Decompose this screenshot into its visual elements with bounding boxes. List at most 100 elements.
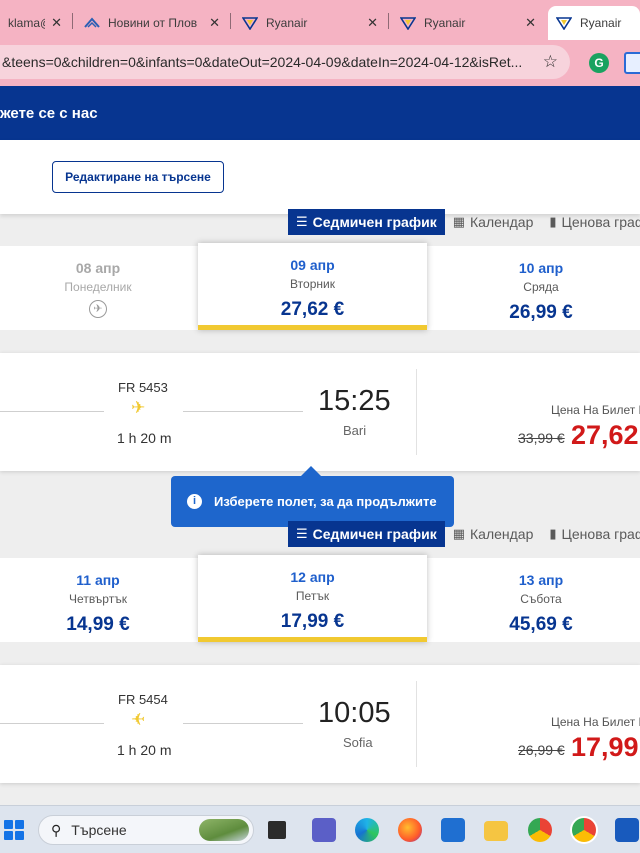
chrome-icon[interactable] [528, 818, 552, 842]
flight-card-inbound[interactable]: FR 5454 ✈ 1 h 20 m 10:05 Sofia Цена На Б… [0, 665, 640, 783]
tab-separator [72, 13, 73, 29]
arrival-city: Sofia [343, 735, 373, 750]
info-icon: i [187, 494, 202, 509]
bar-chart-icon: ▮ [549, 526, 557, 541]
day-label: Събота [520, 592, 562, 606]
old-price: 26,99 € [518, 742, 565, 758]
close-icon[interactable]: ✕ [51, 15, 62, 31]
route-line [183, 723, 303, 724]
browser-tab[interactable]: klama@ ✕ [0, 6, 70, 40]
new-price: 27,62 [571, 420, 639, 450]
flight-number: FR 5454 [118, 692, 168, 707]
tab-title: Ryanair [266, 16, 308, 30]
taskbar-search[interactable]: ⚲ Търсене [38, 815, 254, 845]
date-label: 10 апр [518, 260, 564, 276]
date-price: 14,99 € [66, 614, 130, 635]
price-label: Цена На Билет Е [551, 403, 640, 417]
grammar-extension-icon[interactable]: G [589, 53, 609, 73]
chrome-profile-icon[interactable] [572, 818, 596, 842]
search-summary-bar: Редактиране на търсене [0, 140, 640, 214]
arrival-city: Bari [343, 423, 367, 438]
date-cell[interactable]: 10 апр Сряда 26,99 € [430, 246, 640, 330]
file-explorer-icon[interactable] [484, 821, 508, 841]
arrival-time: 15:25 [318, 385, 391, 417]
site-header: жете се с нас [0, 86, 640, 140]
extension-icon[interactable] [624, 52, 640, 74]
date-price: 17,99 € [280, 611, 345, 632]
tab-calendar[interactable]: ▦ Календар [445, 209, 542, 235]
tab-weekly-schedule[interactable]: ☰ Седмичен график [288, 209, 445, 235]
close-icon[interactable]: ✕ [525, 15, 536, 31]
date-label: 08 апр [75, 260, 121, 276]
flight-card-outbound[interactable]: FR 5453 ✈ 1 h 20 m 15:25 Bari Цена На Би… [0, 353, 640, 471]
tab-title: Ryanair [424, 16, 466, 30]
close-icon[interactable]: ✕ [367, 15, 378, 31]
flight-duration: 1 h 20 m [117, 430, 172, 446]
list-icon: ☰ [296, 526, 308, 541]
route-line [0, 411, 104, 412]
date-cell-selected[interactable]: 09 апр Вторник 27,62 € [198, 243, 427, 330]
flight-duration: 1 h 20 m [117, 742, 172, 758]
url-text[interactable]: &teens=0&children=0&infants=0&dateOut=20… [2, 54, 532, 70]
contact-us-link[interactable]: жете се с нас [0, 105, 98, 122]
day-label: Петък [295, 589, 330, 603]
date-strip-outbound: 08 апр Понеделник ✈ 09 апр Вторник 27,62… [0, 243, 640, 330]
date-label: 11 апр [76, 572, 120, 588]
task-view-icon[interactable] [268, 821, 286, 839]
firefox-icon[interactable] [398, 818, 422, 842]
tab-weekly-schedule[interactable]: ☰ Седмичен график [288, 521, 445, 547]
date-cell-selected[interactable]: 12 апр Петък 17,99 € [198, 555, 427, 642]
arrival-time: 10:05 [318, 697, 391, 729]
close-icon[interactable]: ✕ [209, 15, 220, 31]
date-cell[interactable]: 11 апр Четвъртък 14,99 € [0, 558, 196, 642]
tab-price-chart[interactable]: ▮ Ценова граф [541, 209, 640, 235]
date-label: 12 апр [290, 569, 335, 585]
taskbar-search-placeholder: Търсене [71, 822, 127, 838]
date-cell: 08 апр Понеделник ✈ [0, 246, 196, 330]
day-label: Понеделник [64, 280, 132, 294]
route-line [183, 411, 303, 412]
edge-icon[interactable] [355, 818, 379, 842]
tab-label: Ценова граф [561, 526, 640, 542]
bar-chart-icon: ▮ [549, 214, 557, 229]
flight-number: FR 5453 [118, 380, 168, 395]
browser-tab[interactable]: Ryanair ✕ [392, 6, 544, 40]
edit-search-button[interactable]: Редактиране на търсене [52, 161, 224, 193]
tab-title: Новини от Плов [108, 16, 198, 30]
search-icon: ⚲ [51, 821, 62, 838]
tab-calendar[interactable]: ▦ Календар [445, 521, 542, 547]
browser-tab[interactable]: Ryanair ✕ [234, 6, 386, 40]
calendar-icon: ▦ [452, 214, 465, 229]
news-icon [84, 17, 100, 28]
date-label: 09 апр [290, 257, 335, 273]
day-label: Сряда [523, 280, 559, 294]
bookmark-star-icon[interactable]: ☆ [543, 52, 558, 72]
date-cell[interactable]: 13 апр Събота 45,69 € [430, 558, 640, 642]
ryanair-icon [556, 17, 572, 30]
address-bar[interactable]: &teens=0&children=0&infants=0&dateOut=20… [0, 45, 570, 79]
teams-icon[interactable] [312, 818, 336, 842]
tab-label: Календар [470, 214, 534, 230]
word-icon[interactable] [615, 818, 639, 842]
day-label: Четвъртък [69, 592, 127, 606]
windows-start-icon[interactable] [4, 820, 24, 840]
calendar-icon: ▦ [452, 526, 465, 541]
mail-icon[interactable] [441, 818, 465, 842]
tab-separator [230, 13, 231, 29]
tab-separator [388, 13, 389, 29]
date-label: 13 апр [518, 572, 564, 588]
browser-tab-strip: klama@ ✕ Новини от Плов ✕ Ryanair ✕ Ryan… [0, 0, 640, 40]
price-label: Цена На Билет Е [551, 715, 640, 729]
ryanair-icon [400, 17, 416, 30]
browser-tab[interactable]: Новини от Плов ✕ [76, 6, 228, 40]
tab-label: Ценова граф [561, 214, 640, 230]
browser-tab-active[interactable]: Ryanair [548, 6, 640, 40]
search-highlight-image [199, 819, 249, 841]
tab-price-chart[interactable]: ▮ Ценова граф [541, 521, 640, 547]
date-price: 27,62 € [280, 299, 345, 320]
old-price: 33,99 € [518, 430, 565, 446]
view-switcher-inbound: ☰ Седмичен график ▦ Календар ▮ Ценова гр… [288, 521, 640, 547]
os-taskbar: ⚲ Търсене [0, 805, 640, 853]
new-price: 17,99 [571, 732, 639, 762]
date-strip-inbound: 11 апр Четвъртък 14,99 € 12 апр Петък 17… [0, 555, 640, 642]
